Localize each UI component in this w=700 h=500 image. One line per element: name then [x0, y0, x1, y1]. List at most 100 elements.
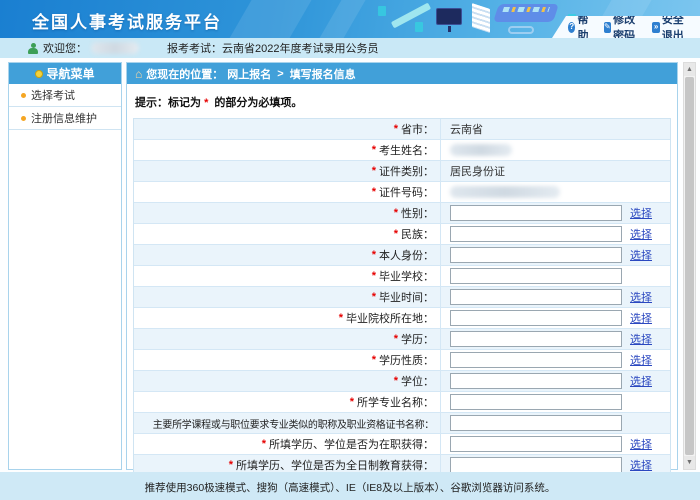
field-label: 所填学历、学位是否为全日制教育获得：: [236, 457, 434, 473]
required-asterisk: *: [372, 270, 376, 282]
required-asterisk: *: [394, 123, 398, 135]
required-asterisk: *: [372, 165, 376, 177]
field-label: 毕业学校：: [379, 268, 434, 284]
gender-select-link[interactable]: 选择: [630, 205, 652, 221]
welcome-bar: 欢迎您： 报考考试：云南省2022年度考试录用公务员: [0, 38, 700, 58]
help-label: 帮 助: [577, 11, 594, 38]
breadcrumb-section[interactable]: 网上报名: [227, 66, 271, 82]
ethnicity-input[interactable]: [450, 226, 622, 242]
required-asterisk: *: [229, 459, 233, 471]
field-label: 毕业院校所在地：: [346, 310, 434, 326]
school-location-select-link[interactable]: 选择: [630, 310, 652, 326]
vertical-scrollbar[interactable]: ▲ ▼: [683, 62, 696, 470]
inservice-obtained-select-link[interactable]: 选择: [630, 436, 652, 452]
graduation-school-input[interactable]: [450, 268, 622, 284]
breadcrumb: ⌂ 您现在的位置：网上报名 > 填写报名信息: [127, 63, 677, 84]
form-row-education-level: *学历： 选择: [134, 329, 670, 350]
personal-identity-select-link[interactable]: 选择: [630, 247, 652, 263]
required-asterisk: *: [372, 354, 376, 366]
required-asterisk: *: [339, 312, 343, 324]
browser-recommendation-text: 推荐使用360极速模式、搜狗（高速模式）、IE（IE8及以上版本）、谷歌浏览器访…: [145, 480, 556, 495]
fulltime-obtained-input[interactable]: [450, 457, 622, 473]
banner-illustration-chain: [508, 26, 534, 34]
required-asterisk: *: [372, 291, 376, 303]
field-label: 所学专业名称：: [357, 394, 434, 410]
education-level-select-link[interactable]: 选择: [630, 331, 652, 347]
form-row-school-location: *毕业院校所在地： 选择: [134, 308, 670, 329]
main-courses-input[interactable]: [450, 415, 622, 431]
required-fields-tip: 提示：标记为 * 的部分为必填项。: [127, 84, 677, 118]
personal-identity-input[interactable]: [450, 247, 622, 263]
school-location-input[interactable]: [450, 310, 622, 326]
graduation-date-input[interactable]: [450, 289, 622, 305]
field-label: 学位：: [401, 373, 434, 389]
header-banner: 全国人事考试服务平台 ? 帮 助 ✎ 修改密码 » 安全退出: [0, 0, 700, 38]
form-row-id-type: *证件类别： 居民身份证: [134, 161, 670, 182]
education-type-select-link[interactable]: 选择: [630, 352, 652, 368]
required-asterisk: *: [394, 228, 398, 240]
registration-form: *省市： 云南省 *考生姓名： *证件类别： 居民身份证 *证件号码： *性别：…: [133, 118, 671, 476]
breadcrumb-current: 填写报名信息: [290, 66, 356, 82]
scroll-down-icon[interactable]: ▼: [684, 456, 695, 469]
education-type-input[interactable]: [450, 352, 622, 368]
bullet-icon: [21, 116, 26, 121]
form-row-id-number: *证件号码：: [134, 182, 670, 203]
form-row-ethnicity: *民族： 选择: [134, 224, 670, 245]
sidebar-item-select-exam[interactable]: 选择考试: [9, 84, 121, 107]
degree-input[interactable]: [450, 373, 622, 389]
field-label: 考生姓名：: [379, 142, 434, 158]
education-level-input[interactable]: [450, 331, 622, 347]
sidebar: 导航菜单 选择考试 注册信息维护: [8, 62, 122, 470]
scrollbar-thumb[interactable]: [685, 77, 694, 455]
help-icon: ?: [568, 22, 575, 33]
form-row-major-name: *所学专业名称：: [134, 392, 670, 413]
form-row-graduation-school: *毕业学校：: [134, 266, 670, 287]
home-icon: ⌂: [135, 68, 142, 80]
required-asterisk: *: [394, 333, 398, 345]
banner-streak: [316, 0, 369, 38]
required-asterisk: *: [394, 375, 398, 387]
required-asterisk: *: [262, 438, 266, 450]
id-type-value: 居民身份证: [450, 163, 505, 179]
tip-text: 提示：标记为: [135, 97, 204, 109]
banner-illustration-platform: [493, 4, 559, 22]
fulltime-obtained-select-link[interactable]: 选择: [630, 457, 652, 473]
sidebar-item-label: 选择考试: [31, 87, 75, 103]
field-label: 主要所学课程或与职位要求专业类似的职称及职业资格证书名称：: [153, 416, 434, 431]
field-label: 所填学历、学位是否为在职获得：: [269, 436, 434, 452]
field-label: 证件类别：: [379, 163, 434, 179]
form-row-education-type: *学历性质： 选择: [134, 350, 670, 371]
province-value: 云南省: [450, 121, 483, 137]
field-label: 本人身份：: [379, 247, 434, 263]
graduation-date-select-link[interactable]: 选择: [630, 289, 652, 305]
id-number-redacted: [450, 186, 560, 198]
form-row-inservice-obtained: *所填学历、学位是否为在职获得： 选择: [134, 434, 670, 455]
logout-label: 安全退出: [662, 11, 692, 38]
field-label: 毕业时间：: [379, 289, 434, 305]
username-redacted: [91, 42, 139, 54]
field-label: 证件号码：: [379, 184, 434, 200]
footer-bar: 推荐使用360极速模式、搜狗（高速模式）、IE（IE8及以上版本）、谷歌浏览器访…: [0, 472, 700, 500]
candidate-name-redacted: [450, 144, 512, 156]
required-asterisk: *: [372, 186, 376, 198]
nav-menu-icon: [35, 70, 43, 78]
inservice-obtained-input[interactable]: [450, 436, 622, 452]
main-panel: ⌂ 您现在的位置：网上报名 > 填写报名信息 提示：标记为 * 的部分为必填项。…: [126, 62, 678, 470]
sidebar-item-registration-info[interactable]: 注册信息维护: [9, 107, 121, 130]
page: 全国人事考试服务平台 ? 帮 助 ✎ 修改密码 » 安全退出 欢迎您： 报考考试…: [0, 0, 700, 500]
field-label: 性别：: [401, 205, 434, 221]
logout-link[interactable]: » 安全退出: [652, 11, 692, 38]
banner-illustration-monitor: [436, 8, 462, 25]
required-asterisk: *: [372, 144, 376, 156]
banner-illustration-pillar: [378, 6, 386, 16]
major-name-input[interactable]: [450, 394, 622, 410]
gender-input[interactable]: [450, 205, 622, 221]
form-row-personal-identity: *本人身份： 选择: [134, 245, 670, 266]
tip-text: 的部分为必填项。: [211, 97, 302, 109]
scroll-up-icon[interactable]: ▲: [684, 63, 695, 76]
ethnicity-select-link[interactable]: 选择: [630, 226, 652, 242]
degree-select-link[interactable]: 选择: [630, 373, 652, 389]
sidebar-header: 导航菜单: [9, 63, 121, 84]
top-links-tab: ? 帮 助 ✎ 修改密码 » 安全退出: [552, 16, 700, 38]
breadcrumb-prefix: 您现在的位置：: [146, 66, 223, 82]
